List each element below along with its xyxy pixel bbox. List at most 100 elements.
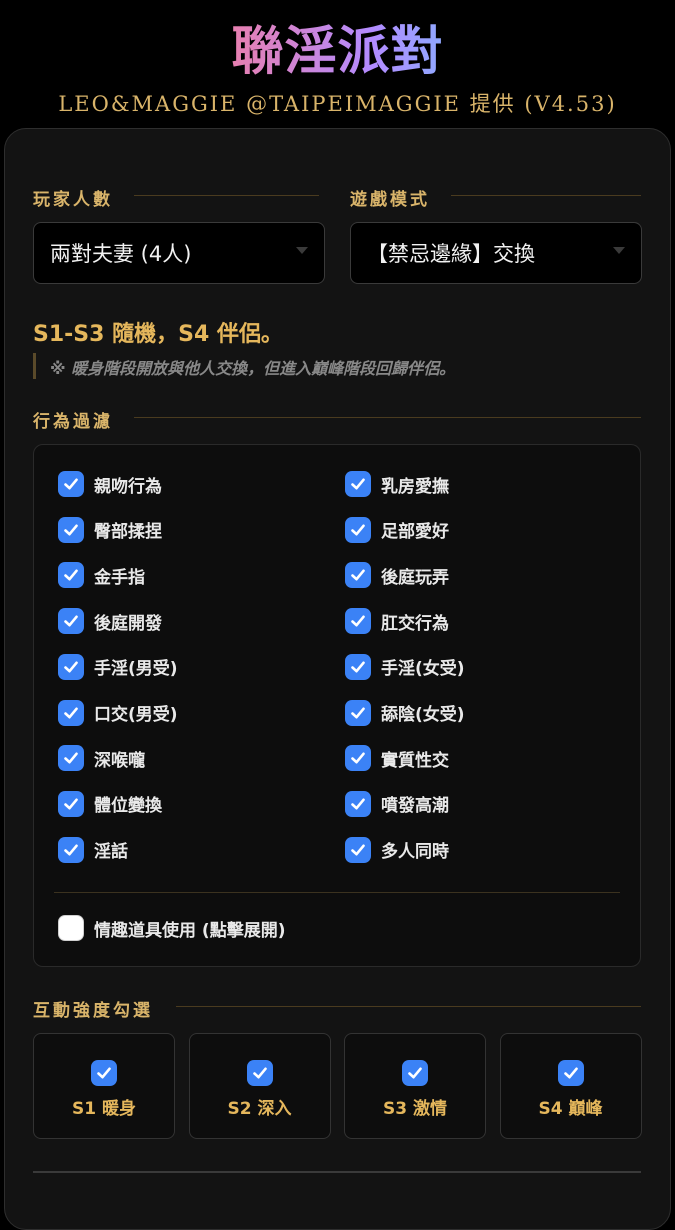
- credit-line: LEO&MAGGIE @TAIPEIMAGGIE 提供 (V4.53): [58, 92, 617, 116]
- filter-option-label: 肛交行為: [381, 613, 449, 634]
- filter-checkbox[interactable]: [58, 699, 84, 726]
- filter-option[interactable]: 口交(男受): [58, 699, 178, 726]
- filter-checkbox[interactable]: [345, 562, 371, 589]
- stage-card[interactable]: S4 巔峰: [499, 1033, 642, 1139]
- filter-option[interactable]: 乳房愛撫: [345, 471, 449, 497]
- behavior-filter-box: 親吻行為 乳房愛撫臀部揉捏 足部愛好金手指 後庭玩弄後庭開發 肛交行為手淫(男受) 手淫(…: [33, 444, 641, 967]
- stage-label: S3 激情: [383, 1099, 447, 1119]
- filter-option[interactable]: 後庭開發: [58, 608, 162, 635]
- filter-option[interactable]: 足部愛好: [345, 516, 449, 543]
- checkmark-icon: [351, 569, 365, 581]
- stage-checkbox[interactable]: [91, 1060, 117, 1086]
- checkmark-icon: [351, 661, 365, 673]
- checkmark-icon: [64, 752, 78, 764]
- checkmark-icon: [64, 844, 78, 856]
- checkmark-icon: [563, 1067, 578, 1079]
- filter-checkbox[interactable]: [58, 790, 84, 817]
- mode-select[interactable]: 【禁忌邊緣】交換: [350, 222, 642, 284]
- filter-option[interactable]: 親吻行為: [58, 471, 162, 497]
- filter-checkbox[interactable]: [58, 562, 84, 589]
- filter-option-label: 乳房愛撫: [381, 476, 449, 497]
- filter-option-label: 後庭開發: [94, 613, 162, 634]
- filter-checkbox[interactable]: [345, 653, 371, 680]
- filter-checkbox[interactable]: [345, 516, 371, 543]
- filter-checkbox[interactable]: [58, 653, 84, 680]
- filter-label: 行為過濾: [33, 412, 113, 432]
- filter-option[interactable]: 肛交行為: [345, 608, 449, 635]
- checkmark-icon: [351, 615, 365, 627]
- mode-select-value: 【禁忌邊緣】交換: [367, 242, 535, 266]
- stage-card[interactable]: S3 激情: [344, 1033, 486, 1139]
- filter-checkbox[interactable]: [345, 471, 371, 497]
- filter-checkbox[interactable]: [345, 745, 371, 772]
- filter-checkbox[interactable]: [345, 836, 371, 863]
- filter-option[interactable]: 多人同時: [345, 836, 449, 863]
- mode-label: 遊戲模式: [350, 190, 430, 210]
- checkmark-icon: [351, 752, 365, 764]
- checkmark-icon: [252, 1067, 267, 1079]
- checkmark-icon: [64, 798, 78, 810]
- stage-checkbox[interactable]: [246, 1060, 273, 1086]
- stage-label: S2 深入: [227, 1099, 292, 1119]
- filter-checkbox[interactable]: [58, 836, 84, 863]
- filter-option[interactable]: 後庭玩弄: [345, 562, 449, 589]
- mode-description-title: S1-S3 隨機，S4 伴侶。: [33, 322, 283, 347]
- filter-option-label: 淫話: [94, 842, 128, 863]
- note-accent-bar: [33, 353, 36, 379]
- filter-checkbox[interactable]: [58, 745, 84, 772]
- filter-checkbox[interactable]: [345, 790, 371, 817]
- toys-option[interactable]: 情趣道具使用 (點擊展開): [58, 915, 285, 941]
- filter-option[interactable]: 淫話: [58, 836, 128, 863]
- checkmark-icon: [351, 478, 365, 490]
- checkmark-icon: [97, 1067, 111, 1079]
- checkmark-icon: [351, 844, 365, 856]
- checkmark-icon: [64, 524, 78, 536]
- filter-option-label: 足部愛好: [381, 522, 449, 543]
- players-select[interactable]: 兩對夫妻 (4人): [33, 222, 325, 284]
- filter-label-rule: [134, 417, 641, 418]
- stage-label: S4 巔峰: [538, 1099, 603, 1119]
- filter-option[interactable]: 金手指: [58, 562, 145, 589]
- stage-checkbox[interactable]: [402, 1060, 428, 1086]
- stage-checkbox[interactable]: [557, 1060, 584, 1086]
- mode-label-rule: [451, 195, 641, 196]
- filter-option[interactable]: 舔陰(女受): [345, 699, 465, 726]
- filter-option-label: 多人同時: [381, 842, 449, 863]
- filter-option[interactable]: 臀部揉捏: [58, 516, 162, 543]
- chevron-down-icon: [613, 247, 625, 254]
- checkmark-icon: [64, 615, 78, 627]
- checkmark-icon: [64, 478, 78, 490]
- filter-option[interactable]: 實質性交: [345, 745, 449, 772]
- bottom-divider: [33, 1171, 641, 1173]
- checkmark-icon: [64, 661, 78, 673]
- checkmark-icon: [408, 1067, 422, 1079]
- filter-checkbox[interactable]: [345, 699, 371, 726]
- filter-option-label: 實質性交: [381, 750, 449, 771]
- intensity-label: 互動強度勾選: [33, 1001, 153, 1021]
- filter-option[interactable]: 深喉嚨: [58, 745, 145, 772]
- filter-option-label: 噴發高潮: [381, 796, 449, 817]
- app-title: 聯淫派對: [0, 18, 675, 86]
- mode-description-note: ※ 暖身階段開放與他人交換，但進入巔峰階段回歸伴侶。: [50, 359, 456, 378]
- filter-option[interactable]: 體位變換: [58, 790, 162, 817]
- players-label: 玩家人數: [33, 190, 113, 210]
- checkmark-icon: [351, 798, 365, 810]
- filter-option-label: 體位變換: [94, 796, 162, 817]
- filter-option-label: 舔陰(女受): [381, 705, 465, 725]
- toys-checkbox[interactable]: [58, 915, 84, 941]
- filter-option-label: 口交(男受): [94, 705, 178, 725]
- filter-checkbox[interactable]: [345, 608, 371, 635]
- filter-option-label: 手淫(男受): [94, 659, 178, 680]
- filter-option[interactable]: 噴發高潮: [345, 790, 449, 817]
- stage-card[interactable]: S1 暖身: [33, 1033, 175, 1139]
- filter-checkbox[interactable]: [58, 516, 84, 543]
- filter-option[interactable]: 手淫(男受): [58, 653, 178, 680]
- filter-option-label: 手淫(女受): [381, 659, 465, 680]
- intensity-label-rule: [176, 1006, 641, 1007]
- filter-checkbox[interactable]: [58, 471, 84, 497]
- filter-option[interactable]: 手淫(女受): [345, 653, 465, 680]
- stage-card[interactable]: S2 深入: [188, 1033, 331, 1139]
- checkmark-icon: [64, 569, 78, 581]
- filter-option-label: 金手指: [94, 567, 145, 588]
- filter-checkbox[interactable]: [58, 608, 84, 635]
